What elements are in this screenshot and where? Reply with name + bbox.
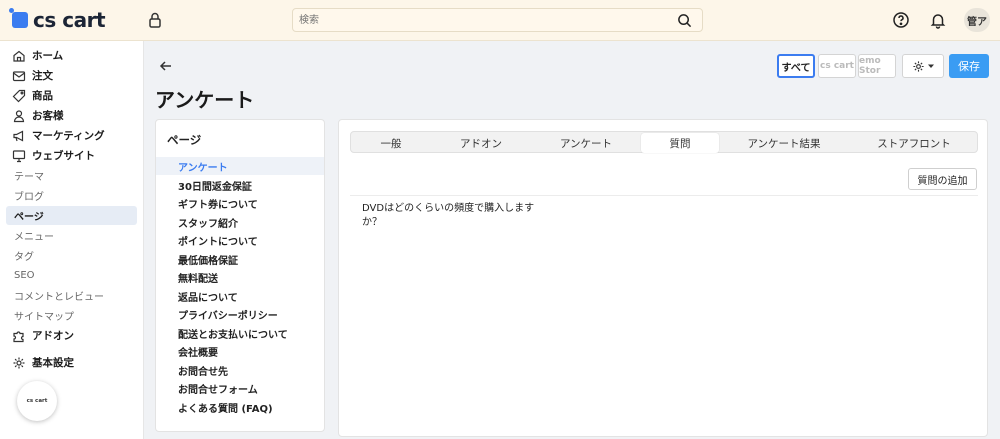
- back-arrow-icon[interactable]: [158, 58, 174, 74]
- user-icon: [13, 109, 25, 122]
- logo[interactable]: cs cart: [9, 8, 106, 32]
- add-question-button[interactable]: 質問の追加: [908, 168, 977, 190]
- sidebar-item-products[interactable]: 商品: [6, 86, 137, 105]
- sidebar-item-label: 商品: [32, 90, 53, 102]
- tab-bar: 一般 アドオン アンケート 質問 アンケート結果 ストアフロント: [350, 131, 978, 153]
- storefront-demo-button[interactable]: emo Stor: [858, 54, 896, 78]
- sidebar-item-customers[interactable]: お客様: [6, 106, 137, 125]
- page-item[interactable]: 会社概要: [156, 342, 324, 360]
- logo-icon: [9, 8, 28, 28]
- bell-icon[interactable]: [929, 11, 947, 29]
- page-item[interactable]: 配送とお支払いについて: [156, 324, 324, 342]
- puzzle-icon: [13, 330, 24, 342]
- search-icon[interactable]: [677, 13, 692, 28]
- page-item[interactable]: よくある質問 (FAQ): [156, 398, 324, 416]
- top-bar: cs cart 管ア: [0, 0, 1000, 41]
- home-icon: [13, 50, 25, 62]
- sidebar-item-seo[interactable]: SEO: [6, 266, 137, 285]
- page-item[interactable]: スタッフ紹介: [156, 213, 324, 231]
- sidebar-item-home[interactable]: ホーム: [6, 46, 137, 65]
- question-link[interactable]: DVDはどのくらいの頻度で購入しますか？: [362, 202, 542, 230]
- storefront-all-button[interactable]: すべて: [777, 54, 815, 78]
- search-box: [292, 8, 703, 32]
- page-item[interactable]: ポイントについて: [156, 231, 324, 249]
- sidebar-item-label: マーケティング: [32, 130, 105, 142]
- tag-icon: [12, 89, 26, 102]
- sidebar-item-addons[interactable]: アドオン: [6, 326, 137, 345]
- logo-text: cs cart: [33, 8, 106, 32]
- page-item[interactable]: お問合せ先: [156, 361, 324, 379]
- save-button[interactable]: 保存: [949, 54, 989, 78]
- gear-icon: [912, 60, 924, 72]
- sidebar-item-settings[interactable]: 基本設定: [6, 353, 137, 372]
- sidebar-item-orders[interactable]: 注文: [6, 66, 137, 85]
- page-item[interactable]: 返品について: [156, 287, 324, 305]
- sidebar-item-label: 注文: [32, 70, 53, 82]
- pages-list-panel: ページ アンケート 30日間返金保証 ギフト券について スタッフ紹介 ポイントに…: [155, 119, 325, 432]
- avatar[interactable]: 管ア: [964, 8, 990, 32]
- sidebar-item-label: ウェブサイト: [32, 150, 95, 162]
- page-item[interactable]: ギフト券について: [156, 194, 324, 212]
- page-title: アンケート: [155, 88, 255, 112]
- page-item[interactable]: 最低価格保証: [156, 250, 324, 268]
- search-input[interactable]: [299, 13, 659, 28]
- sidebar-item-pages[interactable]: ページ: [6, 206, 137, 225]
- settings-dropdown-button[interactable]: [902, 54, 944, 78]
- megaphone-icon: [13, 130, 24, 141]
- tab-questions[interactable]: 質問: [641, 133, 719, 153]
- storefront-badge[interactable]: cs cart: [17, 381, 57, 421]
- gear-icon: [13, 357, 25, 368]
- page-item[interactable]: お問合せフォーム: [156, 379, 324, 397]
- pages-heading: ページ: [167, 133, 202, 147]
- sidebar-item-menus[interactable]: メニュー: [6, 226, 137, 245]
- lock-icon[interactable]: [146, 11, 164, 29]
- page-item[interactable]: 無料配送: [156, 268, 324, 286]
- sidebar-item-sitemap[interactable]: サイトマップ: [6, 306, 137, 325]
- page-item-survey[interactable]: アンケート: [156, 157, 324, 175]
- sidebar-item-label: ホーム: [32, 50, 64, 62]
- monitor-icon: [12, 149, 26, 162]
- sidebar: ホーム 注文 商品 お客様 マーケティング ウェブサイト テーマ ブログ ページ…: [0, 41, 144, 439]
- sidebar-item-website[interactable]: ウェブサイト: [6, 146, 137, 165]
- tab-survey[interactable]: アンケート: [531, 133, 641, 153]
- sidebar-item-label: お客様: [32, 110, 64, 122]
- divider: [350, 195, 978, 196]
- tab-general[interactable]: 一般: [351, 133, 431, 153]
- tab-survey-results[interactable]: アンケート結果: [719, 133, 849, 153]
- sidebar-item-label: アドオン: [32, 330, 74, 342]
- inbox-icon: [12, 70, 26, 81]
- page-item[interactable]: プライバシーポリシー: [156, 305, 324, 323]
- main-panel: 一般 アドオン アンケート 質問 アンケート結果 ストアフロント 質問の追加 D…: [338, 119, 988, 437]
- storefront-cscart-button[interactable]: cs cart: [818, 54, 856, 78]
- help-icon[interactable]: [892, 11, 910, 29]
- sidebar-item-label: 基本設定: [32, 357, 74, 369]
- sidebar-item-comments-reviews[interactable]: コメントとレビュー: [6, 286, 137, 305]
- sidebar-item-tags[interactable]: タグ: [6, 246, 137, 265]
- chevron-down-icon: [927, 64, 934, 68]
- sidebar-item-themes[interactable]: テーマ: [6, 166, 137, 185]
- sidebar-item-marketing[interactable]: マーケティング: [6, 126, 137, 145]
- sidebar-item-blog[interactable]: ブログ: [6, 186, 137, 205]
- tab-addons[interactable]: アドオン: [431, 133, 531, 153]
- page-item[interactable]: 30日間返金保証: [156, 176, 324, 194]
- tab-storefronts[interactable]: ストアフロント: [849, 133, 979, 153]
